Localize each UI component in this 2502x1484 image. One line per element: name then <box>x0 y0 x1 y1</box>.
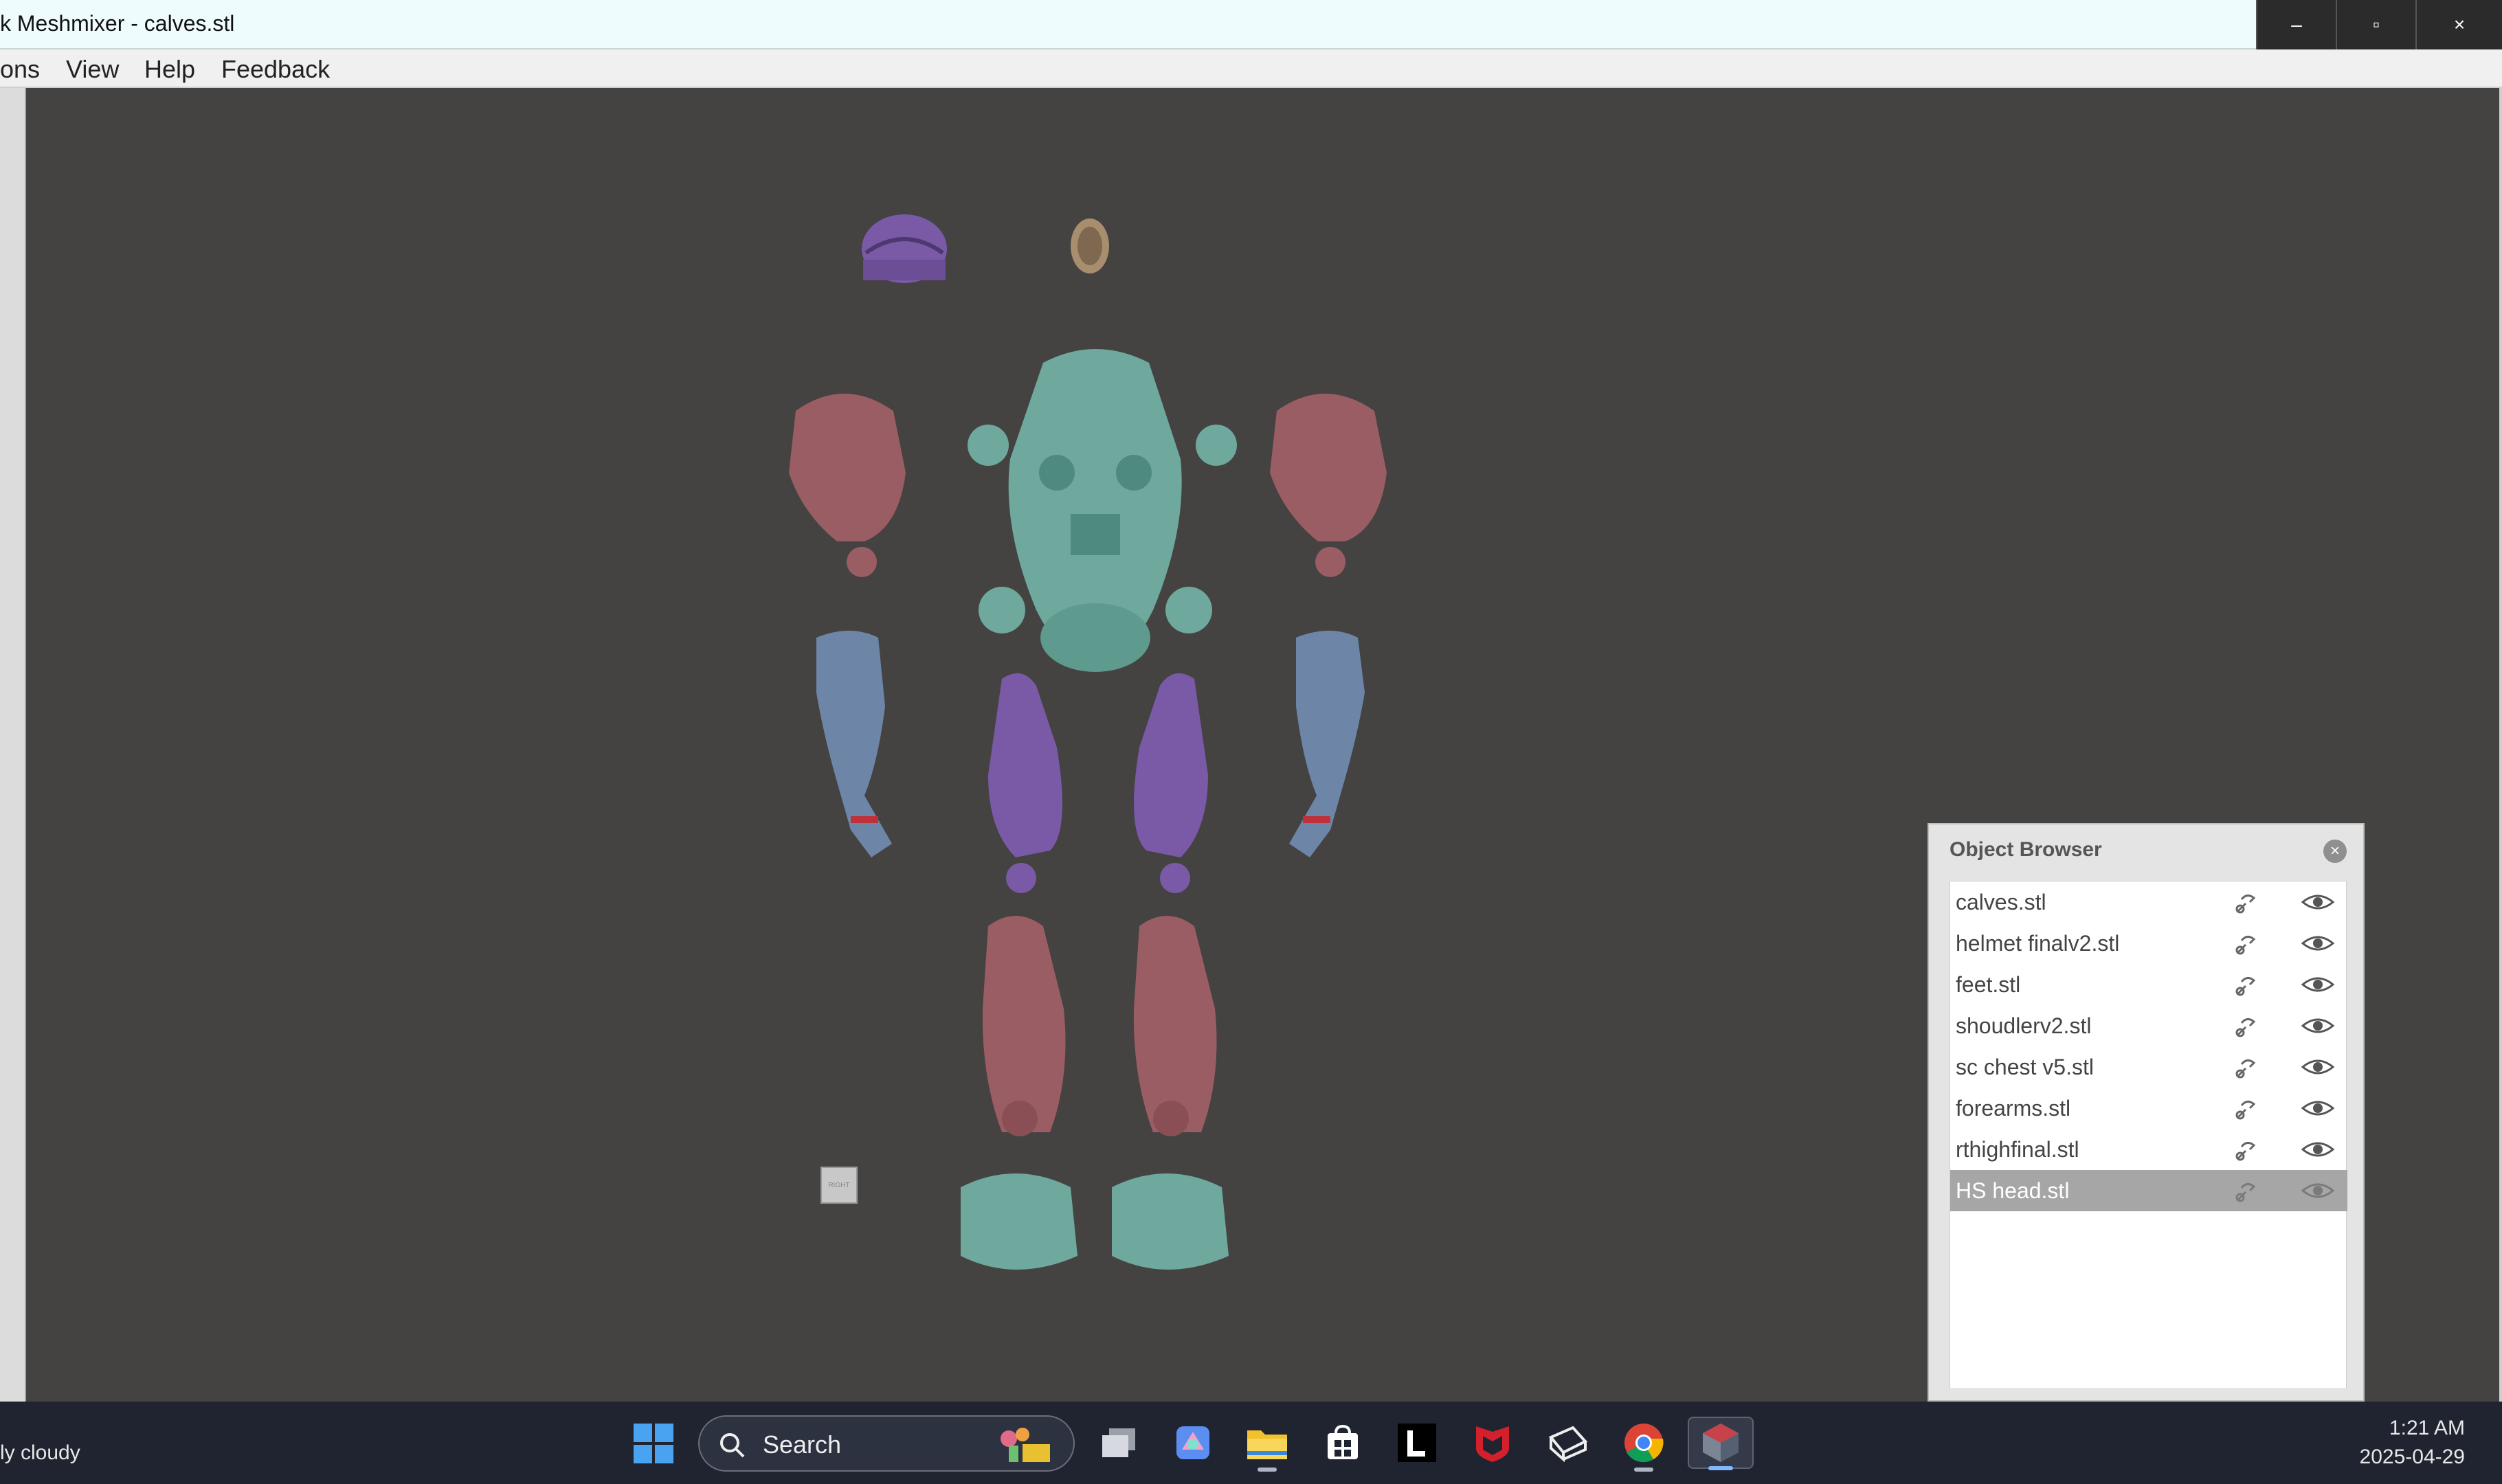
object-name: feet.stl <box>1956 972 2021 997</box>
object-row[interactable]: rthighfinal.stl <box>1950 1129 2347 1170</box>
chest-mesh <box>968 349 1237 672</box>
helmet-mesh <box>862 214 947 283</box>
object-list: calves.stl helmet finalv2.stl feet.stl s… <box>1950 881 2347 1389</box>
object-browser-title: Object Browser <box>1950 838 2102 861</box>
visibility-eye-icon[interactable] <box>2301 931 2335 956</box>
maximize-button[interactable]: ▫ <box>2336 0 2415 49</box>
mcafee-icon[interactable] <box>1468 1417 1517 1469</box>
object-name: forearms.stl <box>1956 1096 2071 1121</box>
view-cube[interactable]: RIGHT <box>820 1167 858 1204</box>
l-app-icon[interactable] <box>1392 1417 1442 1469</box>
object-name: rthighfinal.stl <box>1956 1137 2079 1162</box>
active-indicator <box>1708 1466 1734 1470</box>
object-row[interactable]: calves.stl <box>1950 881 2347 923</box>
object-name: shoudlerv2.stl <box>1956 1013 2092 1038</box>
title-bar: k Meshmixer - calves.stl – ▫ × <box>0 0 2502 49</box>
object-browser-panel: Object Browser × calves.stl helmet final… <box>1928 823 2365 1402</box>
search-label: Search <box>763 1430 842 1459</box>
object-name: helmet finalv2.stl <box>1956 931 2120 956</box>
visibility-eye-icon[interactable] <box>2301 890 2335 914</box>
clock-time: 1:21 AM <box>2389 1417 2465 1439</box>
menu-feedback[interactable]: Feedback <box>221 55 330 84</box>
menu-help[interactable]: Help <box>144 55 195 84</box>
visibility-eye-icon[interactable] <box>2301 1055 2335 1079</box>
right-edge-strip <box>2499 88 2502 1402</box>
left-toolbar-strip[interactable] <box>0 88 26 1402</box>
visibility-eye-icon[interactable] <box>2301 1096 2335 1121</box>
system-clock[interactable]: 1:21 AM 2025-04-29 <box>2360 1414 2465 1472</box>
transform-icon[interactable] <box>2232 1055 2259 1082</box>
menu-view[interactable]: View <box>66 55 119 84</box>
menu-bar: ons View Help Feedback <box>0 49 2502 88</box>
visibility-eye-icon[interactable] <box>2301 1013 2335 1038</box>
object-row[interactable]: feet.stl <box>1950 964 2347 1005</box>
object-name: sc chest v5.stl <box>1956 1055 2094 1079</box>
weather-text[interactable]: ly cloudy <box>0 1441 80 1465</box>
search-highlight-icon <box>1001 1428 1050 1462</box>
object-name: HS head.stl <box>1956 1178 2070 1203</box>
object-row[interactable]: forearms.stl <box>1950 1088 2347 1129</box>
copilot-icon[interactable] <box>1168 1417 1218 1469</box>
search-icon <box>720 1433 745 1458</box>
transform-icon[interactable] <box>2232 890 2259 917</box>
object-row[interactable]: sc chest v5.stl <box>1950 1046 2347 1088</box>
store-icon[interactable] <box>1318 1417 1367 1469</box>
transform-icon[interactable] <box>2232 1178 2259 1206</box>
running-indicator <box>1257 1468 1277 1472</box>
transform-icon[interactable] <box>2232 1013 2259 1041</box>
hs-head-mesh <box>1071 218 1109 273</box>
windows-taskbar: ly cloudy Search 1:21 AM 2025-04-29 <box>0 1402 2502 1484</box>
object-browser-close-button[interactable]: × <box>2323 840 2347 863</box>
meshmixer-window: k Meshmixer - calves.stl – ▫ × ons View … <box>0 0 2502 1484</box>
object-name: calves.stl <box>1956 890 2046 914</box>
feet-mesh <box>961 1173 1229 1270</box>
transform-icon[interactable] <box>2232 1096 2259 1123</box>
transform-icon[interactable] <box>2232 972 2259 1000</box>
meshmixer-icon[interactable] <box>1688 1417 1754 1470</box>
file-explorer-icon[interactable] <box>1242 1417 1292 1472</box>
visibility-eye-icon[interactable] <box>2301 1137 2335 1162</box>
minimize-button[interactable]: – <box>2256 0 2336 49</box>
transform-icon[interactable] <box>2232 931 2259 958</box>
start-icon[interactable] <box>632 1422 675 1465</box>
clock-date: 2025-04-29 <box>2359 1446 2465 1468</box>
visibility-eye-icon[interactable] <box>2301 972 2335 997</box>
object-row[interactable]: helmet finalv2.stl <box>1950 923 2347 964</box>
thighs-mesh <box>988 673 1208 893</box>
chrome-icon[interactable] <box>1619 1417 1668 1472</box>
window-title: k Meshmixer - calves.stl <box>0 11 235 36</box>
transform-icon[interactable] <box>2232 1137 2259 1165</box>
taskbar-search-box[interactable]: Search <box>698 1415 1075 1472</box>
calves-mesh <box>982 916 1217 1136</box>
task-view-icon[interactable] <box>1094 1417 1143 1469</box>
toolbox-icon[interactable] <box>1543 1417 1593 1469</box>
object-row-selected[interactable]: HS head.stl <box>1950 1170 2347 1211</box>
running-indicator <box>1633 1468 1654 1472</box>
visibility-eye-icon[interactable] <box>2301 1178 2335 1203</box>
object-row[interactable]: shoudlerv2.stl <box>1950 1005 2347 1046</box>
menu-actions[interactable]: ons <box>0 55 40 84</box>
close-button[interactable]: × <box>2415 0 2502 49</box>
